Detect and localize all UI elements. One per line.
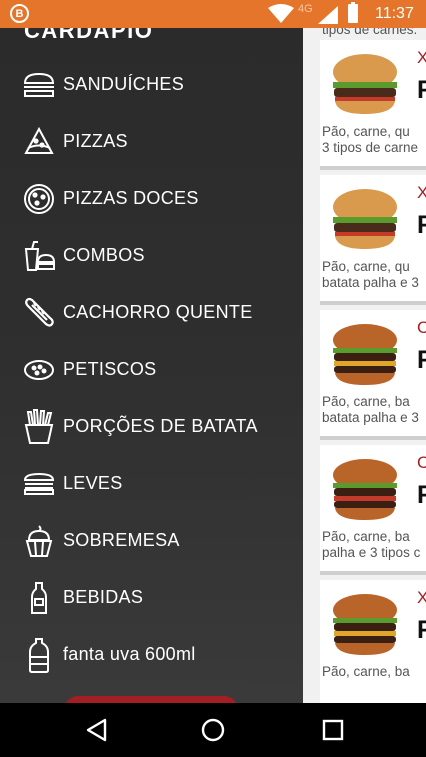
burger-photo — [333, 324, 397, 385]
burger-photo — [333, 189, 397, 249]
bottle-icon — [22, 581, 56, 615]
menu-item-label: PETISCOS — [63, 359, 157, 379]
product-name: X — [417, 48, 426, 67]
wifi-icon — [268, 4, 294, 23]
product-description: Pão, carne, ba batata palha e 3 — [322, 394, 419, 425]
network-type: 4G — [298, 3, 313, 15]
product-name: X — [417, 588, 426, 607]
combo-icon — [22, 239, 56, 273]
product-name: C — [417, 453, 426, 472]
menu-item-label: COMBOS — [63, 245, 145, 265]
product-description: Pão, carne, qu 3 tipos de carne — [322, 124, 419, 155]
menu-item-label: PIZZAS DOCES — [63, 188, 199, 208]
menu-item-fanta-uva[interactable]: fanta uva 600ml — [0, 629, 303, 679]
clock: 11:37 — [375, 5, 414, 22]
menu-item-label: PORÇÕES DE BATATA — [63, 416, 258, 436]
menu-item-combos[interactable]: COMBOS — [0, 230, 303, 280]
burger-photo — [333, 54, 397, 114]
system-navigation-bar — [0, 703, 426, 757]
home-icon[interactable] — [200, 717, 226, 743]
product-card[interactable]: C R Pão, carne, bapalha e 3 tipos c — [320, 445, 426, 575]
burger-icon — [22, 68, 56, 102]
battery-icon — [348, 2, 358, 23]
product-card[interactable]: X R Pão, carne, ba — [320, 580, 426, 703]
cupcake-icon — [22, 524, 56, 558]
menu-item-label: SANDUÍCHES — [63, 74, 185, 94]
burger-photo — [333, 594, 397, 655]
recents-icon[interactable] — [320, 717, 346, 743]
product-price: R — [417, 211, 426, 240]
menu-item-label: SOBREMESA — [63, 530, 180, 550]
menu-item-petiscos[interactable]: PETISCOS — [0, 344, 303, 394]
product-description: Pão, carne, qu batata palha e 3 — [322, 259, 419, 290]
menu-item-label: PIZZAS — [63, 131, 128, 151]
snacks-icon — [22, 353, 56, 387]
product-price: R — [417, 481, 426, 510]
drawer-action-button[interactable] — [64, 696, 238, 703]
product-price: R — [417, 616, 426, 645]
product-description: Pão, carne, ba palha e 3 tipos c — [322, 529, 421, 560]
product-name: X — [417, 183, 426, 202]
product-card[interactable]: X R Pão, carne, qu3 tipos de carne — [320, 40, 426, 170]
signal-icon — [318, 6, 338, 24]
soda-bottle-icon — [22, 638, 56, 673]
burger-photo — [333, 459, 397, 520]
menu-item-label: fanta uva 600ml — [63, 644, 196, 664]
menu-item-bebidas[interactable]: BEBIDAS — [0, 572, 303, 622]
product-description: Pão, carne, ba — [322, 664, 410, 679]
navigation-drawer: CARDÁPIO SANDUÍCHES PIZZAS PIZZAS DOCES — [0, 28, 303, 703]
app-logo-icon: B — [10, 4, 29, 23]
menu-item-label: LEVES — [63, 473, 123, 493]
product-card[interactable]: X R Pão, carne, qubatata palha e 3 — [320, 175, 426, 305]
pizza-icon — [22, 182, 56, 216]
drawer-title: CARDÁPIO — [24, 28, 154, 43]
menu-item-porcoes-de-batata[interactable]: PORÇÕES DE BATATA — [0, 401, 303, 451]
menu-item-sanduiches[interactable]: SANDUÍCHES — [0, 59, 303, 109]
menu-item-label: BEBIDAS — [63, 587, 144, 607]
menu-item-sobremesa[interactable]: SOBREMESA — [0, 515, 303, 565]
hotdog-icon — [22, 296, 56, 330]
status-bar: B 4G 11:37 — [0, 0, 426, 28]
product-price: R — [417, 76, 426, 105]
fries-icon — [22, 409, 56, 444]
menu-item-leves[interactable]: LEVES — [0, 458, 303, 508]
product-price: R — [417, 346, 426, 375]
pizza-slice-icon — [22, 125, 56, 159]
product-card[interactable]: C R Pão, carne, babatata palha e 3 — [320, 310, 426, 440]
menu-item-pizzas[interactable]: PIZZAS — [0, 116, 303, 166]
product-name: C — [417, 318, 426, 337]
menu-item-pizzas-doces[interactable]: PIZZAS DOCES — [0, 173, 303, 223]
menu-item-cachorro-quente[interactable]: CACHORRO QUENTE — [0, 287, 303, 337]
menu-item-label: CACHORRO QUENTE — [63, 302, 253, 322]
sandwich-icon — [22, 467, 56, 501]
product-description: tipos de carnes. — [322, 28, 418, 37]
back-icon[interactable] — [84, 717, 110, 743]
product-list[interactable]: tipos de carnes. X R Pão, carne, qu3 tip… — [303, 28, 426, 703]
